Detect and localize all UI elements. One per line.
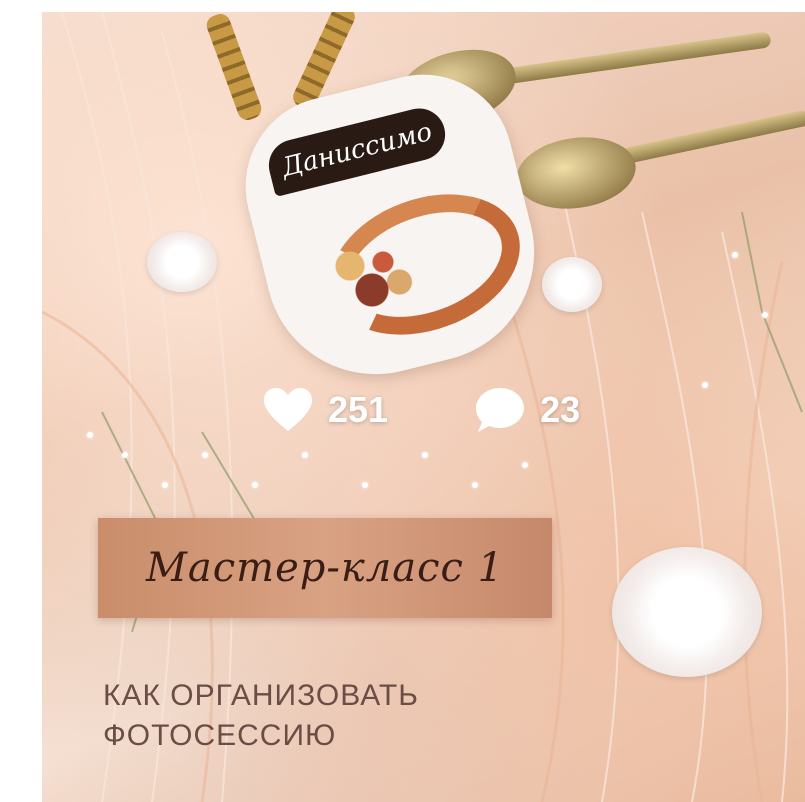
flower-dot [472,482,478,488]
comments-stat[interactable]: 23 [474,386,580,434]
post-stats: 251 23 [262,386,580,434]
flower-dot [762,312,768,318]
likes-count: 251 [328,389,389,430]
flower-dot [162,482,168,488]
flower-decoration [147,232,217,292]
gold-chain [203,12,265,123]
flower-decoration [542,257,602,312]
likes-stat[interactable]: 251 [262,387,388,433]
flower-decoration [612,547,762,677]
nuts-picture [317,234,427,314]
flower-dot [202,452,208,458]
flower-dot [702,382,708,388]
post-subtitle: КАК ОРГАНИЗОВАТЬ ФОТОСЕССИЮ [103,679,419,752]
product-lid: Даниссимо [226,55,558,398]
post-card[interactable]: Даниссимо 251 23 Мастер-класс 1 КАК ОРГА… [0,0,805,802]
flower-dot [422,452,428,458]
flower-dot [302,452,308,458]
flower-dot [122,452,128,458]
spoon-handle [472,31,772,89]
flower-dot [252,482,258,488]
title-banner: Мастер-класс 1 [98,518,552,618]
flower-dot [362,482,368,488]
comments-count: 23 [540,389,581,430]
heart-icon[interactable] [262,387,314,433]
flower-dot [87,432,93,438]
flower-dot [732,252,738,258]
post-title: Мастер-класс 1 [145,545,505,591]
flower-dot [522,462,528,468]
spoon [511,129,641,217]
speech-bubble-icon[interactable] [474,386,526,434]
